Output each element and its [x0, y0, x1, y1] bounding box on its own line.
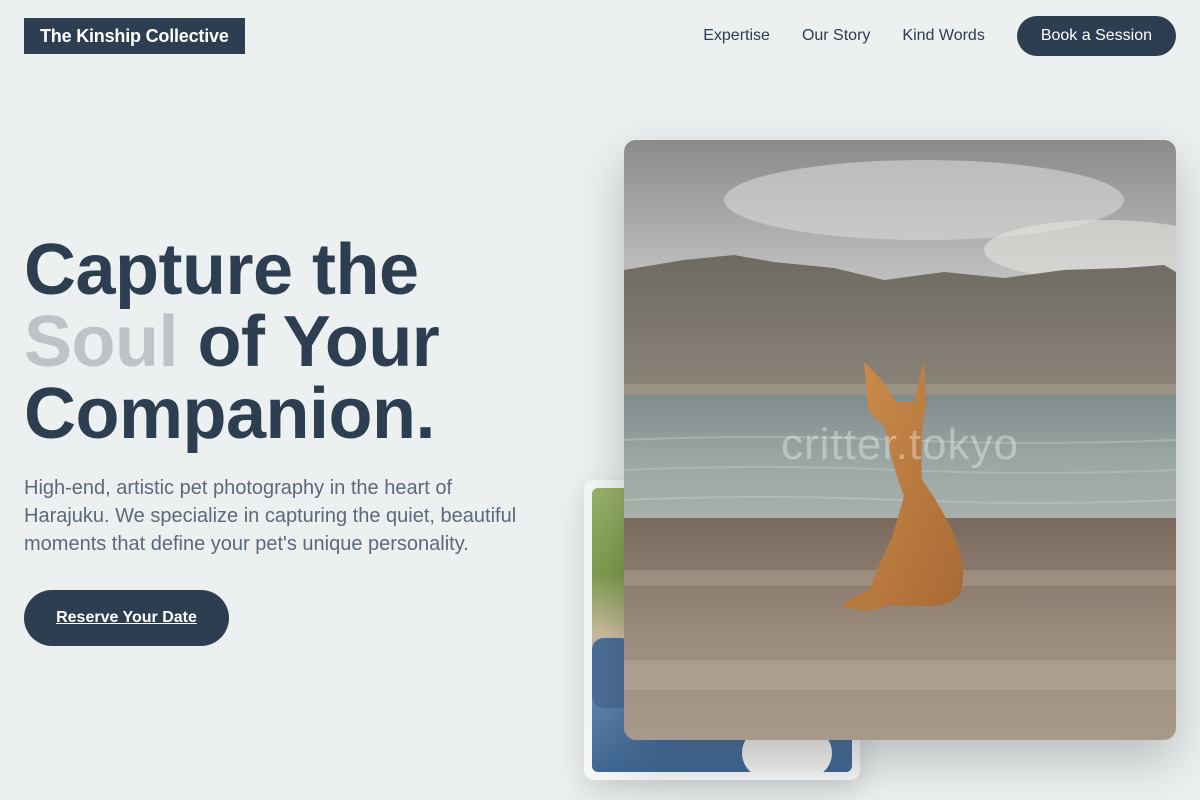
brand-name: The Kinship Collective	[40, 25, 229, 46]
brand-logo[interactable]: The Kinship Collective	[24, 18, 245, 54]
photo-watermark: critter.tokyo	[781, 420, 1019, 469]
main-pet-photo: critter.tokyo	[624, 140, 1176, 740]
headline-line-1: Capture the	[24, 230, 419, 310]
headline-accent-word: Soul	[24, 302, 179, 382]
reserve-date-button[interactable]: Reserve Your Date	[24, 590, 229, 646]
nav-link-our-story[interactable]: Our Story	[802, 27, 870, 45]
nav-link-expertise[interactable]: Expertise	[703, 27, 770, 45]
main-nav: Expertise Our Story Kind Words Book a Se…	[703, 16, 1176, 56]
hero-subtext: High-end, artistic pet photography in th…	[24, 477, 517, 555]
headline-line-2: of Your	[178, 302, 440, 382]
headline-line-3: Companion.	[24, 374, 435, 454]
reserve-date-label: Reserve Your Date	[56, 609, 197, 626]
book-session-button[interactable]: Book a Session	[1016, 16, 1176, 56]
hero-headline: Capture the Soul of Your Companion.	[24, 234, 440, 450]
nav-link-kind-words[interactable]: Kind Words	[902, 27, 984, 45]
